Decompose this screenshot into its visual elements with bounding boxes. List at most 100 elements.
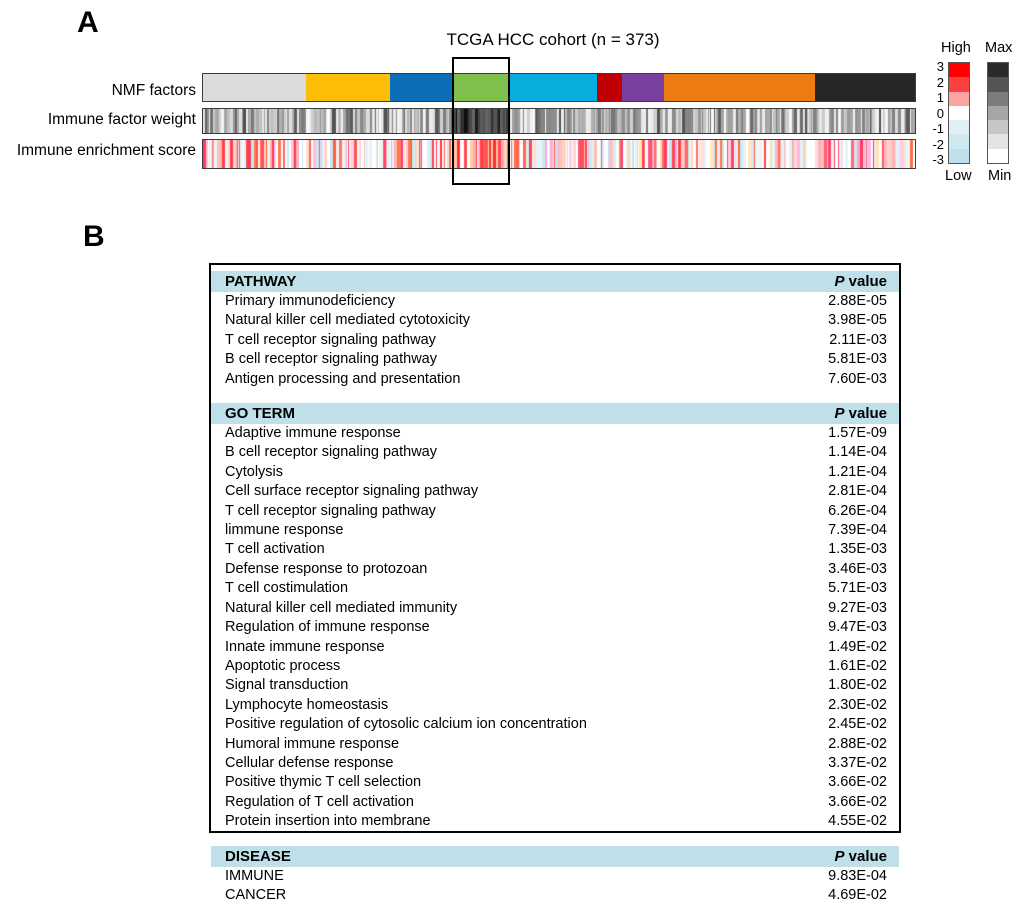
legend-step-score (949, 63, 969, 78)
legend-colorbar-enrichment-score (948, 62, 970, 164)
table-row: Lymphocyte homeostasis 2.30E-02 (211, 696, 899, 715)
panel-a-heatmap: A TCGA HCC cohort (n = 373) NMF factors … (0, 0, 1020, 210)
legend-tick: 3 (936, 59, 944, 74)
table-row: B cell receptor signaling pathway 5.81E-0… (211, 350, 899, 369)
panel-b-label: B (83, 220, 105, 253)
pvalue-cell: 1.14E-04 (828, 444, 887, 461)
pvalue-cell: 1.21E-04 (828, 463, 887, 480)
term-cell: Innate immune response (225, 638, 385, 655)
term-cell: Positive thymic T cell selection (225, 774, 422, 791)
term-cell: B cell receptor signaling pathway (225, 444, 437, 461)
pvalue-cell: 1.80E-02 (828, 677, 887, 694)
table-row: Cellular defense response 3.37E-02 (211, 754, 899, 773)
term-cell: Signal transduction (225, 677, 349, 694)
table-row: Regulation of T cell activation 3.66E-02 (211, 793, 899, 812)
table-row: Natural killer cell mediated cytotoxicit… (211, 311, 899, 330)
heatmap-title: TCGA HCC cohort (n = 373) (446, 30, 660, 49)
pvalue-cell: 2.81E-04 (828, 483, 887, 500)
table-row: Protein insertion into membrane 4.55E-02 (211, 812, 899, 831)
legend-tick: 2 (936, 74, 944, 90)
immune-factor-weight-track (202, 108, 916, 134)
pvalue-cell: 3.37E-02 (828, 754, 887, 771)
pvalue-cell: 7.39E-04 (828, 522, 887, 539)
pvalue-header-p: P (834, 273, 845, 290)
term-cell: T cell activation (225, 541, 325, 558)
table-row: Natural killer cell mediated immunity 9.2… (211, 599, 899, 618)
nmf-factor-track (202, 73, 916, 102)
immune-enrichment-score-track (202, 139, 916, 169)
legend-step-weight (988, 134, 1008, 149)
row-label-immune-factor-weight-text: Immune factor weight (47, 111, 196, 128)
legend-tick: -2 (932, 136, 944, 152)
row-label-immune-enrichment-score: Immune enrichment score (0, 142, 196, 160)
term-cell: Natural killer cell mediated cytotoxicit… (225, 312, 470, 329)
table-row: Cell surface receptor signaling pathway 2… (211, 482, 899, 501)
nmf-segment-cyan-factor (509, 74, 598, 101)
pvalue-cell: 2.11E-03 (829, 331, 887, 348)
legend-tick-labels: 3 2 1 0 -1 -2 -3 (922, 60, 944, 166)
table-row: Cytolysis 1.21E-04 (211, 463, 899, 482)
pvalue-cell: 9.47E-03 (828, 619, 887, 636)
pvalue-cell: 5.81E-03 (828, 351, 887, 368)
legend-step-weight (988, 105, 1008, 121)
term-cell: Cellular defense response (225, 754, 394, 771)
pvalue-cell: 1.49E-02 (828, 638, 887, 655)
legend-low-label: Low (945, 168, 972, 184)
nmf-segment-orange-factor (663, 74, 816, 101)
table-row: limmune response 7.39E-04 (211, 521, 899, 540)
legend-step-weight (988, 63, 1008, 78)
table-row: Antigen processing and presentation 7.60E… (211, 370, 899, 389)
table-row: Humoral immune response 2.88E-02 (211, 735, 899, 754)
term-cell: Adaptive immune response (225, 425, 401, 442)
section-header-pathway: PATHWAY P value (211, 271, 899, 292)
table-row: T cell receptor signaling pathway 2.11E-0… (211, 331, 899, 350)
section-header-go-term: GO TERM P value (211, 403, 899, 425)
pvalue-cell: 3.46E-03 (828, 560, 887, 577)
legend-step-weight (988, 148, 1008, 163)
pvalue-header-p: P (834, 847, 845, 865)
term-cell: CANCER (225, 886, 287, 903)
pvalue-cell: 9.27E-03 (828, 599, 887, 616)
pvalue-column-header: P value (747, 403, 899, 425)
pvalue-header-p: P (834, 405, 845, 423)
legend-min-label: Min (988, 168, 1012, 184)
nmf-segment-light-gray-factor (203, 74, 306, 101)
legend-step-score (949, 148, 969, 163)
nmf-segment-dark-red-factor (597, 74, 623, 101)
legend-high-label: High (941, 40, 971, 56)
panel-a-label: A (77, 6, 99, 39)
term-cell: Cytolysis (225, 463, 284, 480)
term-cell: Regulation of immune response (225, 619, 430, 636)
section-title: PATHWAY (211, 271, 748, 292)
term-cell: B cell receptor signaling pathway (225, 351, 437, 368)
section-spacer-cell (211, 389, 899, 403)
pvalue-cell: 3.66E-02 (828, 793, 887, 810)
pvalue-cell: 2.88E-02 (828, 735, 887, 752)
term-cell: Regulation of T cell activation (225, 793, 414, 810)
table-row: Apoptotic process 1.61E-02 (211, 657, 899, 676)
legend-step-score (949, 105, 969, 121)
nmf-segment-yellow-factor (305, 74, 391, 101)
table-row: Adaptive immune response 1.57E-09 (211, 424, 899, 443)
legend-colorbar-factor-weight (987, 62, 1009, 164)
legend-tick: 0 (936, 105, 944, 121)
nmf-segment-dark-blue-factor (390, 74, 453, 101)
pvalue-cell: 4.55E-02 (828, 813, 887, 830)
term-cell: T cell costimulation (225, 580, 349, 597)
term-cell: Humoral immune response (225, 735, 400, 752)
pvalue-cell: 1.35E-03 (828, 541, 887, 558)
term-cell: Apoptotic process (225, 657, 341, 674)
table-row: Defense response to protozoan 3.46E-03 (211, 560, 899, 579)
pvalue-cell: 2.30E-02 (828, 696, 887, 713)
nmf-segment-black-factor (815, 74, 915, 101)
section-header-disease: DISEASE P value (211, 845, 899, 867)
table-row: T cell receptor signaling pathway 6.26E-0… (211, 502, 899, 521)
legend-tick: -1 (932, 121, 944, 136)
pvalue-cell: 6.26E-04 (828, 502, 887, 519)
term-cell: Primary immunodeficiency (225, 293, 396, 309)
immune-enrichment-score-heatstrip (203, 140, 915, 168)
term-cell: T cell receptor signaling pathway (225, 331, 436, 348)
legend-step-score (949, 134, 969, 149)
legend-step-score (949, 120, 969, 135)
row-label-nmf-factors-text: NMF factors (111, 82, 196, 99)
